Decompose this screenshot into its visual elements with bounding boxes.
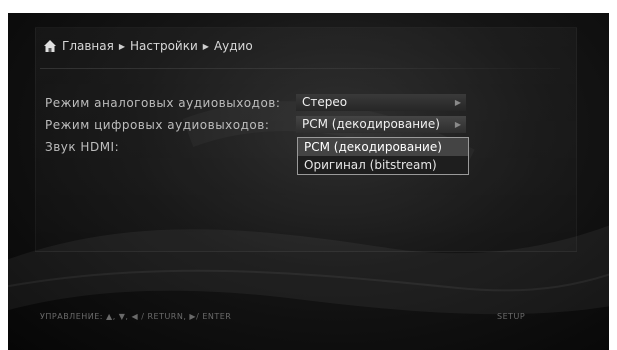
dropdown-option-bitstream[interactable]: Оригинал (bitstream) <box>298 156 468 174</box>
breadcrumb-settings[interactable]: Настройки <box>130 39 198 53</box>
breadcrumb-separator-icon: ▶ <box>202 41 209 51</box>
digital-output-value: PCM (декодирование) <box>302 117 440 131</box>
analog-output-value: Стерео <box>302 95 348 109</box>
home-icon <box>43 39 57 53</box>
breadcrumb-divider <box>40 68 560 69</box>
breadcrumb: Главная ▶ Настройки ▶ Аудио <box>43 36 253 56</box>
digital-output-select[interactable]: PCM (декодирование) ▶ <box>296 116 466 133</box>
analog-output-label: Режим аналоговых аудиовыходов: <box>45 96 281 110</box>
hdmi-audio-dropdown[interactable]: PCM (декодирование) Оригинал (bitstream) <box>297 137 469 175</box>
dropdown-option-pcm[interactable]: PCM (декодирование) <box>298 138 468 156</box>
hdmi-audio-label: Звук HDMI: <box>45 140 120 154</box>
footer-menu-name: SETUP <box>497 312 526 321</box>
analog-output-select[interactable]: Стерео ▶ <box>296 94 466 111</box>
breadcrumb-separator-icon: ▶ <box>118 41 125 51</box>
footer-controls-hint: УПРАВЛЕНИЕ: ▲, ▼, ◀ / RETURN, ▶/ ENTER <box>40 312 232 321</box>
breadcrumb-home[interactable]: Главная <box>62 39 114 53</box>
digital-output-label: Режим цифровых аудиовыходов: <box>45 118 270 132</box>
arrow-right-icon: ▶ <box>454 120 461 129</box>
breadcrumb-audio: Аудио <box>213 39 253 53</box>
arrow-right-icon: ▶ <box>454 98 461 107</box>
